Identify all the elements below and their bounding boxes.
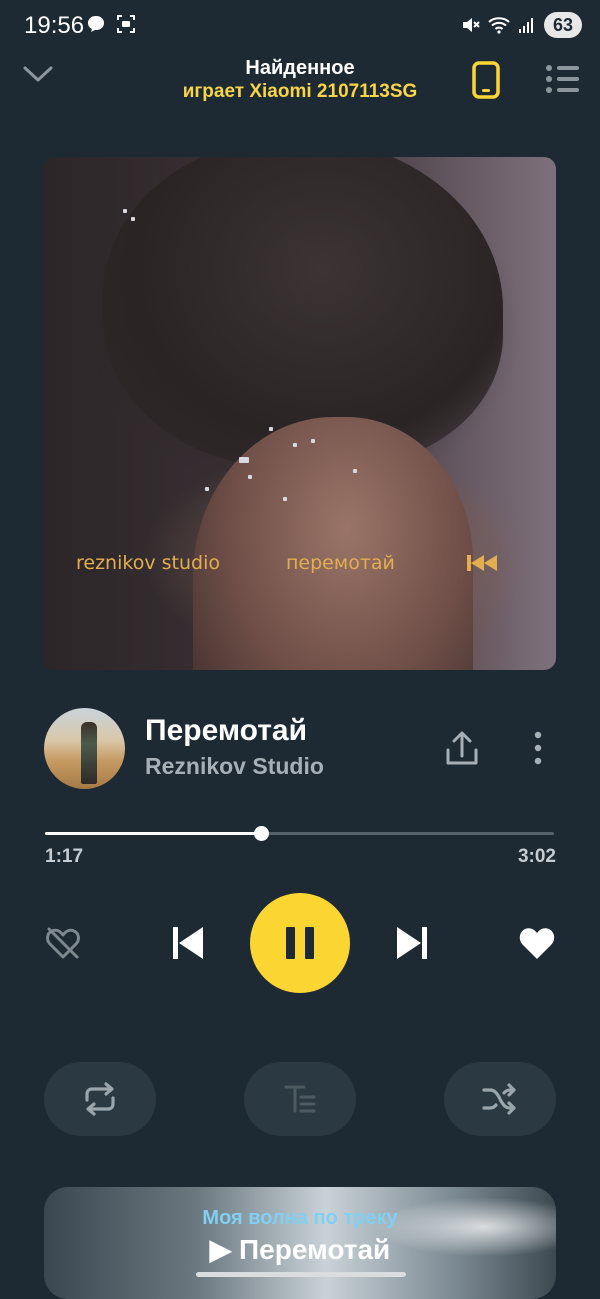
collapse-button[interactable] bbox=[22, 64, 54, 89]
cover-artist-text: reznikov studio bbox=[76, 552, 220, 574]
lyrics-icon bbox=[284, 1085, 316, 1113]
skip-previous-icon bbox=[173, 927, 203, 959]
shuffle-icon bbox=[482, 1083, 516, 1115]
home-indicator[interactable] bbox=[196, 1272, 406, 1277]
share-icon bbox=[446, 731, 478, 765]
status-time: 19:56 bbox=[24, 12, 85, 39]
queue-button[interactable] bbox=[544, 64, 580, 99]
heart-icon bbox=[519, 928, 555, 959]
screenshot-icon bbox=[117, 15, 135, 33]
current-time: 1:17 bbox=[45, 846, 84, 867]
cover-sparkle bbox=[293, 443, 297, 447]
progress-thumb[interactable] bbox=[254, 826, 269, 841]
repeat-button[interactable] bbox=[44, 1062, 156, 1136]
track-artist[interactable]: Reznikov Studio bbox=[145, 753, 324, 780]
signal-icon bbox=[518, 18, 533, 33]
progress-fill bbox=[45, 832, 261, 835]
mute-icon bbox=[462, 18, 480, 32]
device-button[interactable] bbox=[470, 60, 502, 105]
cover-sparkle bbox=[123, 209, 127, 213]
like-button[interactable] bbox=[514, 920, 560, 966]
playlist-title: Найденное bbox=[245, 57, 355, 79]
repeat-icon bbox=[85, 1082, 115, 1116]
cover-sparkle bbox=[131, 217, 135, 221]
cover-sparkle bbox=[239, 457, 249, 463]
lyrics-button[interactable] bbox=[244, 1062, 356, 1136]
cover-sparkle bbox=[311, 439, 315, 443]
cover-sparkle bbox=[205, 487, 209, 491]
share-button[interactable] bbox=[444, 730, 480, 773]
avatar-figure bbox=[81, 722, 97, 784]
list-icon bbox=[546, 65, 579, 93]
phone-icon bbox=[472, 61, 500, 99]
player-header: Найденное играет Xiaomi 2107113SG bbox=[100, 56, 500, 104]
battery-indicator: 63 bbox=[543, 12, 582, 38]
chat-bubble-icon bbox=[88, 16, 104, 32]
wifi-icon bbox=[488, 17, 510, 34]
dislike-button[interactable] bbox=[40, 920, 86, 966]
previous-track-button[interactable] bbox=[164, 918, 212, 968]
skip-next-icon bbox=[397, 927, 427, 959]
more-vertical-icon bbox=[534, 731, 542, 765]
rewind-icon bbox=[466, 553, 502, 578]
wave-title-row: ▶ Перемотай bbox=[44, 1233, 556, 1266]
pause-icon bbox=[286, 927, 314, 959]
more-options-button[interactable] bbox=[526, 730, 550, 771]
next-track-button[interactable] bbox=[388, 918, 436, 968]
shuffle-button[interactable] bbox=[444, 1062, 556, 1136]
track-title[interactable]: Перемотай bbox=[145, 714, 307, 748]
total-time: 3:02 bbox=[517, 846, 556, 867]
play-triangle-icon: ▶ bbox=[209, 1234, 240, 1265]
cover-sparkle bbox=[269, 427, 273, 431]
play-pause-button[interactable] bbox=[250, 893, 350, 993]
playing-device-label[interactable]: играет Xiaomi 2107113SG bbox=[100, 80, 500, 104]
artist-avatar[interactable] bbox=[44, 708, 125, 789]
cover-title-text: перемотай bbox=[286, 552, 395, 574]
cover-sparkle bbox=[283, 497, 287, 501]
wave-title: Перемотай bbox=[239, 1234, 391, 1265]
cover-sparkle bbox=[248, 475, 252, 479]
dislike-icon bbox=[46, 927, 80, 959]
chevron-down-icon bbox=[23, 66, 53, 82]
my-wave-card[interactable]: Моя волна по треку ▶ Перемотай bbox=[44, 1187, 556, 1299]
cover-sparkle bbox=[353, 469, 357, 473]
wave-subtitle: Моя волна по треку bbox=[202, 1207, 398, 1229]
album-cover: reznikov studio перемотай bbox=[43, 157, 556, 670]
